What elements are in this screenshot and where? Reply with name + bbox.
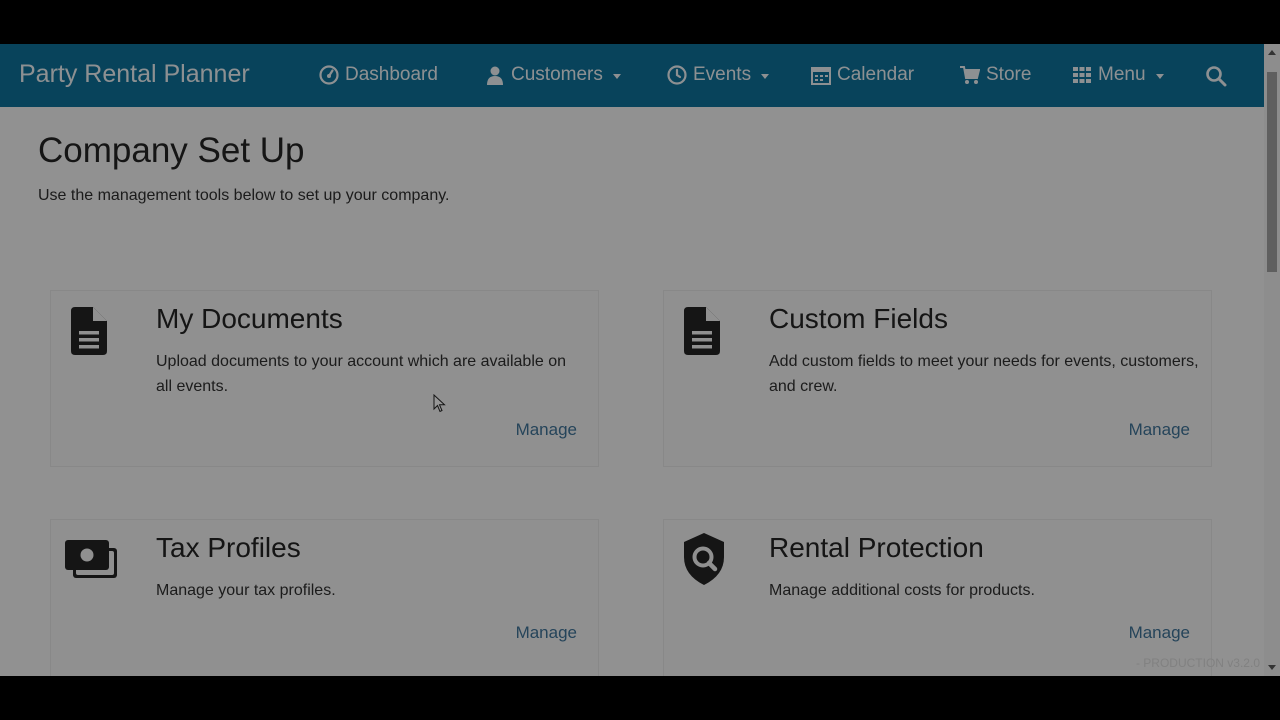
top-navbar: Party Rental Planner Dashboard Customers… xyxy=(0,44,1264,107)
nav-customers[interactable]: Customers xyxy=(485,64,621,86)
vertical-scrollbar[interactable] xyxy=(1264,44,1280,676)
brand-link[interactable]: Party Rental Planner xyxy=(19,60,250,89)
card-description: Manage additional costs for products. xyxy=(769,582,1035,599)
nav-menu-label: Menu xyxy=(1098,64,1146,85)
card-title: My Documents xyxy=(156,303,343,334)
chevron-down-icon xyxy=(1155,73,1164,79)
grid-icon xyxy=(1073,67,1091,83)
nav-calendar[interactable]: Calendar xyxy=(811,64,914,86)
card-description: Add custom fields to meet your needs for… xyxy=(769,353,1199,395)
search-button[interactable] xyxy=(1205,65,1227,92)
document-icon xyxy=(69,307,109,360)
manage-link[interactable]: Manage xyxy=(1129,420,1190,440)
dashboard-icon xyxy=(319,65,339,85)
clock-icon xyxy=(667,65,687,85)
chevron-down-icon xyxy=(761,73,770,79)
calendar-icon xyxy=(811,67,831,85)
card-title: Tax Profiles xyxy=(156,532,301,563)
nav-dashboard-label: Dashboard xyxy=(345,64,438,85)
card-custom-fields: Custom Fields Add custom fields to meet … xyxy=(663,290,1212,467)
card-description: Manage your tax profiles. xyxy=(156,582,336,599)
manage-link[interactable]: Manage xyxy=(1129,623,1190,643)
chevron-down-icon xyxy=(612,73,621,79)
main-content: Company Set Up Use the management tools … xyxy=(0,107,1264,676)
browser-viewport: Party Rental Planner Dashboard Customers… xyxy=(0,44,1280,676)
nav-events[interactable]: Events xyxy=(667,64,770,86)
money-icon xyxy=(65,540,117,583)
nav-dashboard[interactable]: Dashboard xyxy=(319,64,438,86)
version-label: - PRODUCTION v3.2.0 xyxy=(1135,656,1260,670)
document-icon xyxy=(682,307,722,360)
card-title: Custom Fields xyxy=(769,303,948,334)
card-title: Rental Protection xyxy=(769,532,984,563)
card-tax-profiles: Tax Profiles Manage your tax profiles. M… xyxy=(50,519,599,676)
scrollbar-thumb[interactable] xyxy=(1267,72,1277,272)
manage-link[interactable]: Manage xyxy=(516,420,577,440)
shield-search-icon xyxy=(682,533,726,590)
nav-customers-label: Customers xyxy=(511,64,603,85)
page-description: Use the management tools below to set up… xyxy=(38,187,450,204)
card-description: Upload documents to your account which a… xyxy=(156,353,567,395)
nav-calendar-label: Calendar xyxy=(837,64,915,85)
nav-events-label: Events xyxy=(693,64,752,85)
card-my-documents: My Documents Upload documents to your ac… xyxy=(50,290,599,467)
scroll-down-icon[interactable] xyxy=(1268,665,1276,670)
page-title: Company Set Up xyxy=(38,131,305,170)
nav-store[interactable]: Store xyxy=(960,64,1031,86)
nav-store-label: Store xyxy=(986,64,1032,85)
nav-menu[interactable]: Menu xyxy=(1072,64,1164,86)
mouse-cursor-icon xyxy=(433,394,446,413)
manage-link[interactable]: Manage xyxy=(516,623,577,643)
card-rental-protection: Rental Protection Manage additional cost… xyxy=(663,519,1212,676)
cart-icon xyxy=(960,66,980,84)
search-icon xyxy=(1206,66,1227,87)
scroll-up-icon[interactable] xyxy=(1268,50,1276,55)
user-icon xyxy=(487,66,503,85)
